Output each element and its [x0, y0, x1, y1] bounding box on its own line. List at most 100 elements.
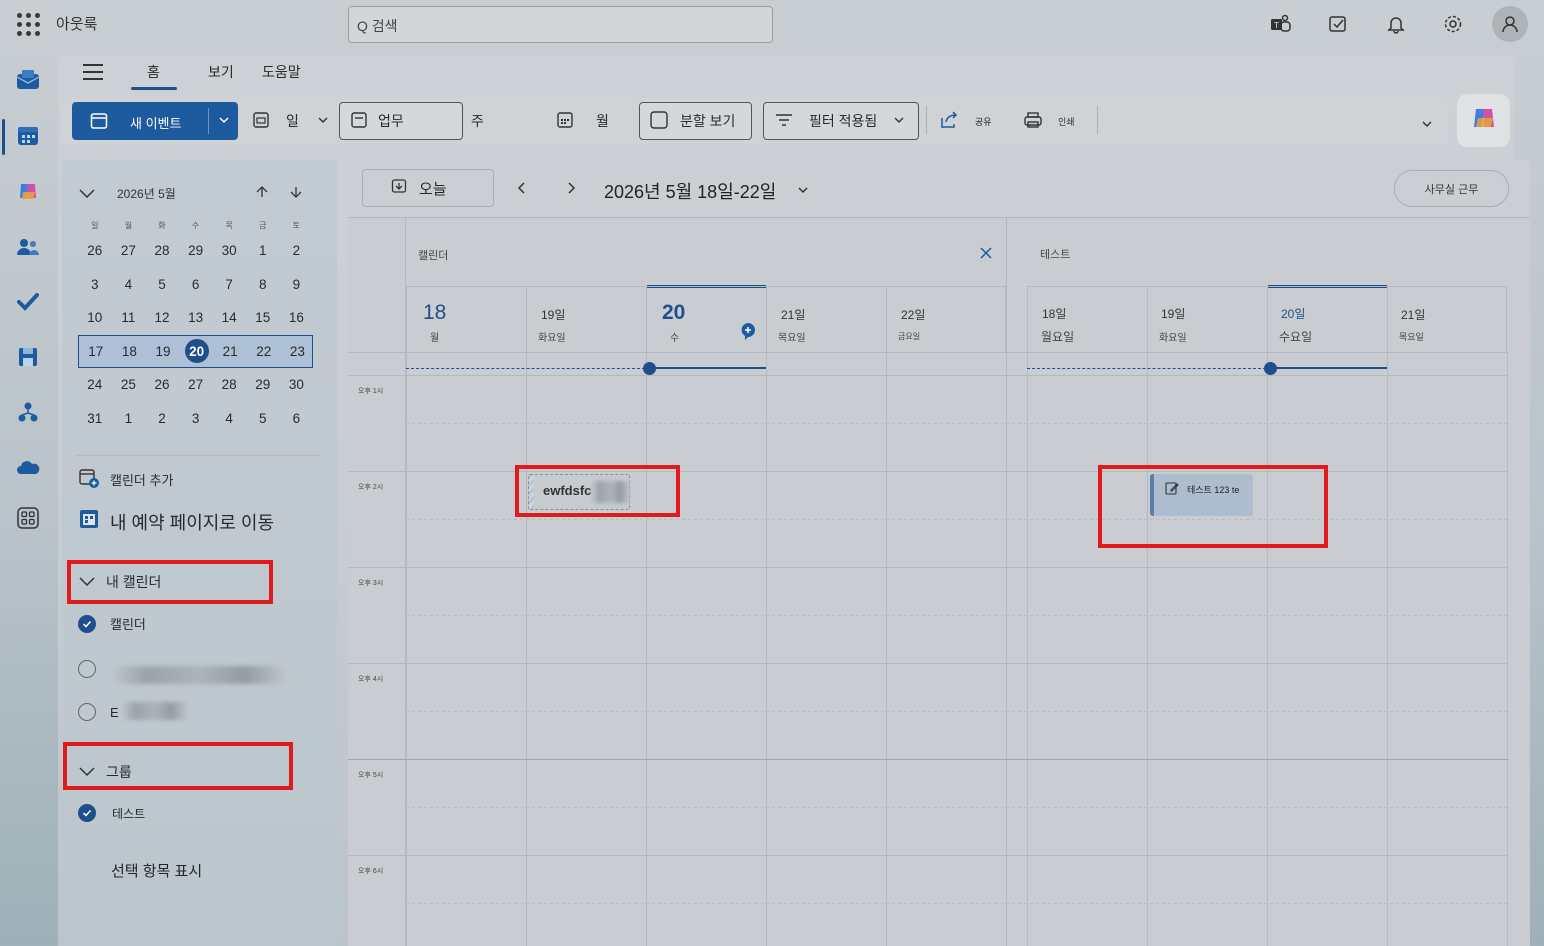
onedrive-icon[interactable] [16, 455, 40, 479]
people-icon[interactable] [16, 235, 40, 259]
week-view-button[interactable]: 주 [471, 102, 484, 140]
today-button[interactable]: 오늘 [362, 169, 494, 207]
calendar-list-item[interactable]: E [78, 703, 119, 721]
my-calendars-header[interactable]: 내 캘린더 [78, 572, 161, 592]
mini-day[interactable]: 1 [246, 243, 280, 258]
unchecked-circle-icon[interactable] [78, 660, 96, 678]
calendar-list-item[interactable]: 캘린더 [78, 614, 146, 633]
mini-day[interactable]: 16 [280, 310, 314, 325]
mini-day[interactable]: 22 [247, 344, 281, 359]
copilot-button[interactable] [1457, 94, 1510, 147]
mini-day[interactable]: 14 [212, 310, 246, 325]
mini-day[interactable]: 7 [212, 277, 246, 292]
day-header[interactable]: 18 월 [406, 286, 526, 352]
mini-day[interactable]: 13 [179, 310, 213, 325]
hamburger-menu-icon[interactable] [83, 64, 103, 80]
split-view-button[interactable]: 분할 보기 [639, 102, 752, 140]
chevron-down-icon[interactable] [218, 112, 230, 131]
day-header-today[interactable]: 20 수 [646, 286, 766, 352]
tab-view[interactable]: 보기 [208, 62, 234, 82]
day-header[interactable]: 18일 월요일 [1027, 286, 1147, 352]
booking-page-link[interactable]: 내 예약 페이지로 이동 [78, 508, 274, 535]
day-header[interactable]: 19일 화요일 [1147, 286, 1267, 352]
mini-day[interactable]: 15 [246, 310, 280, 325]
mini-day[interactable]: 29 [179, 243, 213, 258]
todo-icon[interactable] [16, 290, 40, 314]
mini-day[interactable]: 11 [112, 310, 146, 325]
teams-icon[interactable]: T [1269, 12, 1293, 36]
mini-day[interactable]: 2 [280, 243, 314, 258]
mini-day[interactable]: 19 [146, 344, 180, 359]
mini-day[interactable]: 2 [145, 411, 179, 426]
filter-button[interactable]: 필터 적용됨 [763, 102, 919, 140]
mini-day[interactable]: 25 [112, 377, 146, 392]
new-event-button[interactable]: 새 이벤트 [72, 102, 238, 140]
mini-day[interactable]: 27 [179, 377, 213, 392]
work-week-button[interactable]: 업무 [339, 102, 463, 140]
calendar-icon[interactable] [16, 124, 40, 148]
day-header-today[interactable]: 20일 수요일 [1267, 286, 1387, 352]
tab-help[interactable]: 도움말 [262, 62, 301, 82]
add-calendar-link[interactable]: 캘린더 추가 [78, 467, 173, 492]
mini-day[interactable]: 3 [179, 411, 213, 426]
mini-day[interactable]: 21 [213, 344, 247, 359]
checkmark-icon[interactable] [78, 614, 96, 633]
save-icon[interactable] [16, 345, 40, 369]
checkmark-icon[interactable] [78, 804, 96, 822]
show-selected-link[interactable]: 선택 항목 표시 [111, 860, 202, 881]
day-header[interactable]: 21일 목요일 [766, 286, 886, 352]
mini-day[interactable]: 12 [145, 310, 179, 325]
month-view-button[interactable]: 월 [556, 102, 626, 140]
chevron-down-icon[interactable] [893, 113, 905, 129]
mini-day[interactable]: 29 [246, 377, 280, 392]
day-header[interactable]: 19일 화요일 [526, 286, 646, 352]
chevron-down-icon[interactable] [317, 113, 329, 129]
mini-day[interactable]: 8 [246, 277, 280, 292]
calendar-list-item[interactable] [78, 660, 96, 678]
arrow-down-icon[interactable] [289, 185, 303, 204]
mini-day[interactable]: 6 [179, 277, 213, 292]
mini-day[interactable]: 9 [280, 277, 314, 292]
mini-day[interactable]: 26 [78, 243, 112, 258]
next-chevron-icon[interactable] [565, 180, 577, 201]
chevron-down-icon[interactable] [796, 183, 810, 201]
groups-header[interactable]: 그룹 [78, 762, 132, 782]
avatar[interactable] [1492, 6, 1528, 42]
mini-day[interactable]: 30 [280, 377, 314, 392]
mini-day[interactable]: 30 [212, 243, 246, 258]
mini-day[interactable]: 28 [145, 243, 179, 258]
mini-day-today[interactable]: 20 [184, 339, 209, 364]
add-event-plus-icon[interactable] [739, 322, 757, 345]
app-launcher-icon[interactable] [16, 12, 40, 36]
mini-day[interactable]: 26 [145, 377, 179, 392]
copilot-icon[interactable] [16, 179, 40, 203]
unchecked-circle-icon[interactable] [78, 703, 96, 721]
arrow-up-icon[interactable] [255, 185, 269, 204]
more-apps-icon[interactable] [16, 506, 40, 530]
mini-day[interactable]: 5 [145, 277, 179, 292]
day-header[interactable]: 22일 금요일 [886, 286, 1006, 352]
office-status-button[interactable]: 사무실 근무 [1394, 170, 1509, 207]
day-view-button[interactable]: 일 [252, 102, 330, 140]
mini-day[interactable]: 23 [281, 344, 315, 359]
mini-day[interactable]: 4 [112, 277, 146, 292]
group-list-item[interactable]: 테스트 [78, 804, 145, 822]
share-button[interactable]: 공유 [939, 102, 992, 140]
mini-day[interactable]: 17 [79, 344, 113, 359]
date-range-title[interactable]: 2026년 5월 18일-22일 [604, 178, 776, 204]
previous-chevron-icon[interactable] [516, 180, 528, 201]
mini-day[interactable]: 5 [246, 411, 280, 426]
mini-day[interactable]: 18 [113, 344, 147, 359]
mini-day[interactable]: 28 [212, 377, 246, 392]
mini-day[interactable]: 3 [78, 277, 112, 292]
mini-day[interactable]: 6 [280, 411, 314, 426]
day-header[interactable]: 21일 목요일 [1387, 286, 1507, 352]
mini-day[interactable]: 24 [78, 377, 112, 392]
tasks-icon[interactable] [1326, 12, 1350, 36]
tab-home[interactable]: 홈 [147, 62, 160, 82]
gear-icon[interactable] [1441, 12, 1465, 36]
close-icon[interactable] [978, 245, 994, 266]
ribbon-expand-chevron-icon[interactable] [1420, 117, 1434, 135]
collapse-chevron-icon[interactable] [78, 186, 96, 204]
org-chart-icon[interactable] [16, 400, 40, 424]
